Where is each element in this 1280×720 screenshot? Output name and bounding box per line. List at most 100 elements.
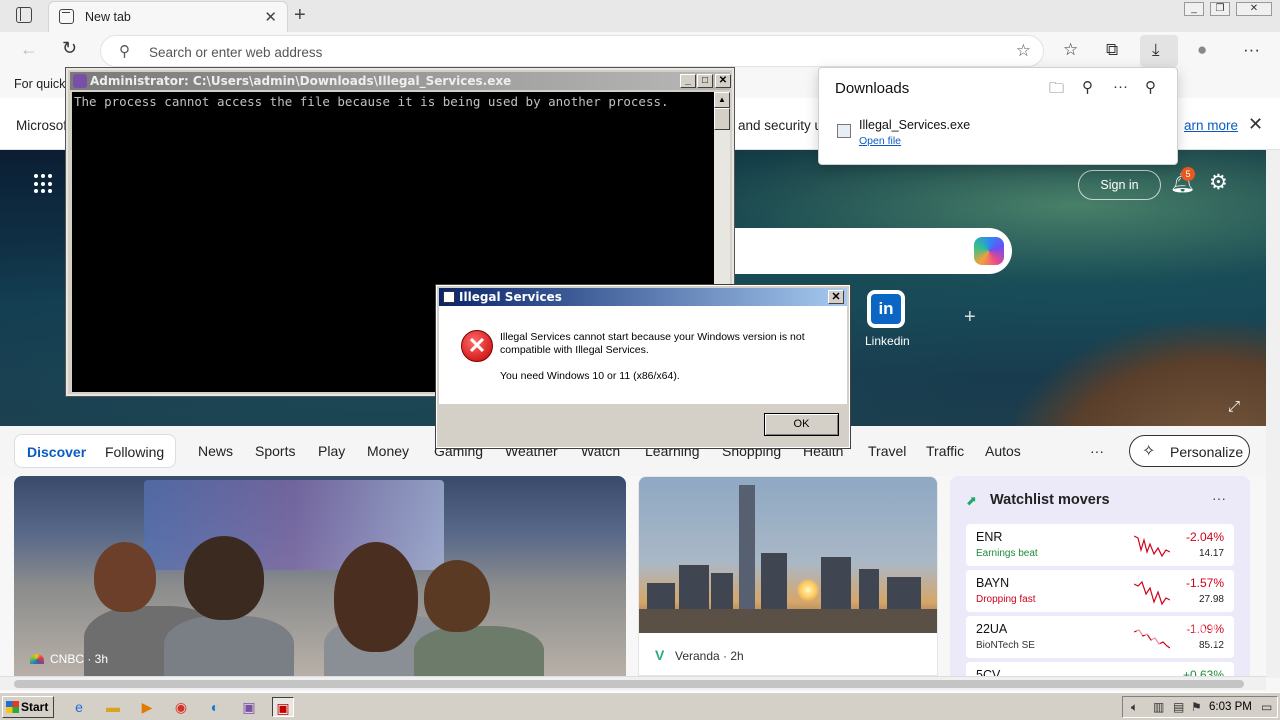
personalize-label: Personalize [1170,444,1244,460]
nav-item-autos[interactable]: Autos [985,443,1021,459]
nav-item-travel[interactable]: Travel [868,443,906,459]
file-explorer-icon[interactable]: ▬ [102,697,124,717]
expand-icon[interactable]: ⤢ [1228,398,1240,415]
add-favorite-icon[interactable]: ☆ [1016,41,1031,61]
nav-item-money[interactable]: Money [367,443,409,459]
close-window-button[interactable]: ✕ [1236,2,1272,16]
tab-new-tab[interactable]: New tab ✕ [48,1,288,32]
download-file-name[interactable]: Illegal_Services.exe [859,118,970,132]
tab-discover[interactable]: Discover [27,444,86,460]
person-head [334,542,418,652]
scrollbar-thumb[interactable] [14,680,1244,688]
scrollbar-thumb[interactable] [714,108,730,130]
minimize-button[interactable]: _ [1184,2,1204,16]
dialog-title-bar[interactable]: Illegal Services ✕ [439,288,847,306]
chrome-icon[interactable]: ◉ [170,697,192,717]
person-silhouette [414,626,544,676]
console-minimize-button[interactable]: _ [680,74,696,88]
taskbar-clock[interactable]: 6:03 PM [1209,701,1252,713]
console-title-bar[interactable]: Administrator: C:\Users\admin\Downloads\… [70,72,731,90]
internet-explorer-icon[interactable]: e [68,697,90,717]
show-desktop-icon[interactable]: ▭ [1261,700,1272,714]
stock-price: 14.17 [1198,548,1224,559]
person-head [424,560,490,632]
profile-avatar-icon[interactable]: ● [1197,40,1207,60]
address-bar[interactable]: ⚲ Search or enter web address ☆ [100,35,1044,67]
stock-row[interactable]: ENR Earnings beat -2.04% 14.17 [966,524,1234,566]
dialog-message-requirement: You need Windows 10 or 11 (x86/x64). [500,370,680,382]
network-icon[interactable]: ▥ [1153,700,1164,714]
media-player-icon[interactable]: ▶ [136,697,158,717]
infobar-close-icon[interactable]: ✕ [1248,114,1263,135]
settings-gear-icon[interactable]: ⚙ [1209,170,1228,195]
edge-icon[interactable]: ◐ [204,697,226,717]
nav-item-sports[interactable]: Sports [255,443,295,459]
person-silhouette [164,616,294,676]
illegal-services-taskbar-icon[interactable]: ▣ [272,697,294,717]
stock-sparkline [1134,580,1170,606]
watchlist-more-icon[interactable]: ··· [1212,490,1226,506]
page-vertical-scrollbar[interactable] [1266,150,1280,678]
open-file-link[interactable]: Open file [859,135,901,147]
console-close-button[interactable]: ✕ [715,74,731,88]
maximize-button[interactable]: ❐ [1210,2,1230,16]
more-menu-icon[interactable]: ··· [1243,40,1260,60]
notification-badge: 5 [1181,167,1195,181]
feed-mode-switch: Discover Following [14,434,176,468]
nav-item-play[interactable]: Play [318,443,345,459]
windows-logo-icon [6,701,19,713]
nav-item-news[interactable]: News [198,443,233,459]
pin-icon[interactable]: ⚲ [1145,78,1156,96]
stock-change: +0.63% [1182,668,1224,676]
web-search-box[interactable] [734,228,1012,274]
personalize-button[interactable]: ✧ Personalize [1129,435,1250,467]
favorites-icon[interactable]: ☆ [1063,40,1078,60]
back-arrow-icon[interactable]: ← [20,39,38,60]
apps-grid-icon[interactable] [34,174,54,194]
nav-more-icon[interactable]: ··· [1090,443,1104,459]
quicklink-linkedin[interactable]: in [867,290,905,328]
start-button[interactable]: Start [2,696,54,718]
open-folder-icon[interactable]: 🗀 [1049,78,1064,103]
favorites-bar-text: For quick [14,77,66,91]
building [887,577,921,613]
add-quicklink-icon[interactable]: + [964,306,976,329]
console-app-icon[interactable]: ▣ [238,697,260,717]
address-placeholder: Search or enter web address [149,45,323,60]
refresh-icon[interactable]: ↻ [62,38,77,59]
dialog-close-button[interactable]: ✕ [828,290,844,304]
error-icon: ✕ [461,330,493,362]
building [711,573,733,613]
sign-in-button[interactable]: Sign in [1078,170,1161,200]
more-options-icon[interactable]: ··· [1113,78,1128,95]
flag-icon[interactable]: ⚑ [1191,700,1202,714]
start-label: Start [21,700,49,714]
news-card-main[interactable]: CNBC · 3h [14,476,626,676]
downloads-title: Downloads [835,80,910,97]
tab-close-icon[interactable]: ✕ [264,8,277,26]
sidebar-toggle-icon[interactable] [16,7,32,23]
page-horizontal-scrollbar[interactable] [0,676,1266,690]
ok-button[interactable]: OK [764,413,839,436]
tab-following[interactable]: Following [105,444,164,460]
nav-item-traffic[interactable]: Traffic [926,443,964,459]
new-tab-button[interactable]: + [294,4,306,27]
learn-more-link[interactable]: arn more [1184,118,1238,133]
building [821,557,851,613]
collections-icon[interactable]: ⧉ [1106,40,1118,60]
stock-symbol: 22UA [976,622,1008,636]
card-source: CNBC · 3h [30,652,108,666]
display-icon[interactable]: ▤ [1173,700,1184,714]
downloads-button[interactable]: ⤓ [1140,35,1178,67]
scroll-up-arrow-icon[interactable]: ▲ [714,92,730,108]
search-icon[interactable]: ⚲ [1082,78,1093,96]
volume-icon[interactable]: 🔈︎ [1131,700,1138,715]
stock-row[interactable]: BAYN Dropping fast -1.57% 27.98 [966,570,1234,612]
city-skyline-image [639,477,937,633]
stock-subtitle: Earnings beat [976,548,1038,559]
news-card-city[interactable]: V Veranda · 2h [638,476,938,676]
stock-row[interactable]: 5CV +0.63% [966,662,1234,676]
copilot-icon[interactable] [974,237,1004,265]
console-maximize-button[interactable]: □ [697,74,713,88]
stock-subtitle: BioNTech SE [976,640,1035,651]
